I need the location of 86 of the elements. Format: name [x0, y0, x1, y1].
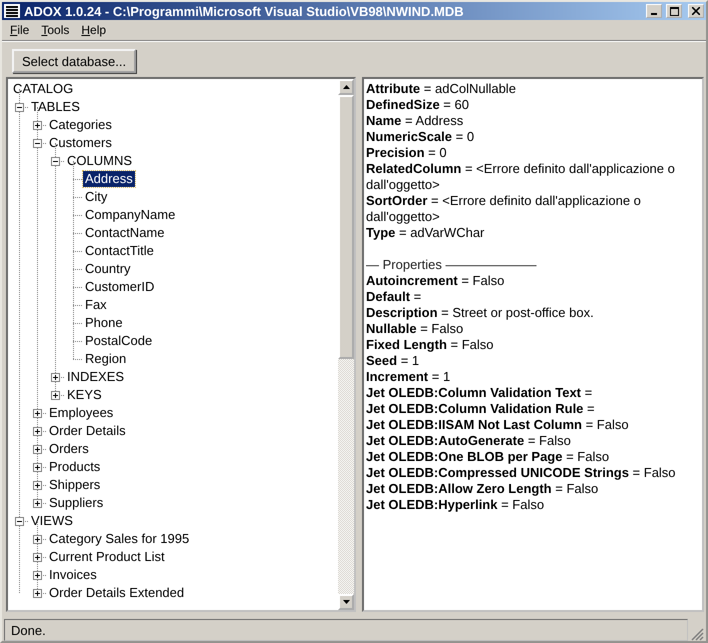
tree-item[interactable]: INDEXES [65, 369, 126, 385]
property-line: Jet OLEDB:Hyperlink = Falso [366, 497, 546, 513]
collapse-toggle-icon[interactable] [32, 138, 42, 148]
tree-item[interactable]: Address [83, 171, 135, 187]
property-line: Nullable = Falso [366, 321, 464, 337]
menu-item[interactable]: File [6, 23, 34, 37]
expand-toggle-icon[interactable] [32, 480, 42, 490]
tree-item[interactable]: KEYS [65, 387, 104, 403]
tree-item[interactable]: City [83, 189, 110, 205]
window-title: ADOX 1.0.24 - C:\Programmi\Microsoft Visual Studio\VB98\NWIND.MDB [24, 4, 465, 18]
up-arrow-icon[interactable] [342, 85, 350, 89]
tree-item[interactable]: Phone [83, 315, 125, 331]
tree-item[interactable]: Orders [47, 441, 91, 457]
tree-item[interactable]: Current Product List [47, 549, 167, 565]
property-line: Jet OLEDB:AutoGenerate = Falso [366, 433, 572, 449]
collapse-toggle-icon[interactable] [14, 516, 24, 526]
expand-toggle-icon[interactable] [32, 120, 42, 130]
property-line: Precision = 0 [366, 145, 448, 161]
tree-item[interactable]: CompanyName [83, 207, 178, 223]
property-line: Jet OLEDB:One BLOB per Page = Falso [366, 449, 610, 465]
status-text: Done. [4, 619, 688, 641]
close-icon [692, 7, 700, 15]
maximize-button[interactable] [666, 4, 682, 18]
tree-item[interactable]: COLUMNS [65, 153, 134, 169]
tree-item[interactable]: Categories [47, 117, 114, 133]
property-line: Increment = 1 [366, 369, 452, 385]
menu-item[interactable]: Tools [37, 23, 74, 37]
tree-item[interactable]: Country [83, 261, 133, 277]
expand-toggle-icon[interactable] [32, 552, 42, 562]
menu-item[interactable]: Help [77, 23, 110, 37]
tree-item[interactable]: Category Sales for 1995 [47, 531, 192, 547]
property-line: Type = adVarWChar [366, 225, 486, 241]
property-line: Jet OLEDB:Column Validation Rule = [366, 401, 596, 417]
maximize-icon [670, 6, 678, 16]
property-line: RelatedColumn = <Errore definito dall'applicazione o dall'oggetto> [366, 161, 676, 193]
property-line: Attribute = adColNullable [366, 81, 517, 97]
tree-item[interactable]: Products [47, 459, 102, 475]
tree-item[interactable]: Region [83, 351, 128, 367]
minimize-button[interactable] [646, 4, 662, 18]
tree-item[interactable]: TABLES [29, 99, 82, 115]
tree-item[interactable]: Suppliers [47, 495, 106, 511]
vertical-scrollbar[interactable] [338, 79, 354, 610]
tree-item[interactable]: Shippers [47, 477, 102, 493]
tree-item[interactable]: CustomerID [83, 279, 156, 295]
app-menu-icon[interactable] [4, 4, 20, 18]
property-line: Fixed Length = Falso [366, 337, 494, 353]
expand-toggle-icon[interactable] [32, 498, 42, 508]
expand-toggle-icon[interactable] [32, 462, 42, 472]
collapse-toggle-icon[interactable] [50, 156, 60, 166]
expand-toggle-icon[interactable] [50, 390, 60, 400]
tree-item[interactable]: Employees [47, 405, 116, 421]
tree-item[interactable]: Order Details Extended [47, 585, 186, 601]
expand-toggle-icon[interactable] [32, 570, 42, 580]
tree-item[interactable]: CATALOG [11, 81, 76, 97]
property-line: NumericScale = 0 [366, 129, 476, 145]
tree-item[interactable]: Fax [83, 297, 109, 313]
close-button[interactable] [688, 4, 704, 18]
tree-item[interactable]: Order Details [47, 423, 128, 439]
expand-toggle-icon[interactable] [32, 444, 42, 454]
property-line: SortOrder = <Errore definito dall'applicazione o dall'oggetto> [366, 193, 642, 225]
property-line: Seed = 1 [366, 353, 420, 369]
tree-item[interactable]: ContactName [83, 225, 166, 241]
property-line: Jet OLEDB:Allow Zero Length = Falso [366, 481, 600, 497]
resize-grip-icon[interactable] [690, 627, 704, 641]
expand-toggle-icon[interactable] [32, 408, 42, 418]
expand-toggle-icon[interactable] [50, 372, 60, 382]
expand-toggle-icon[interactable] [32, 588, 42, 598]
property-line: Default = [366, 289, 422, 305]
expand-toggle-icon[interactable] [32, 534, 42, 544]
tree-item[interactable]: Invoices [47, 567, 99, 583]
tree-item[interactable]: Customers [47, 135, 114, 151]
property-line: Name = Address [366, 113, 464, 129]
property-line: DefinedSize = 60 [366, 97, 470, 113]
collapse-toggle-icon[interactable] [14, 102, 24, 112]
tree-item[interactable]: ContactTitle [83, 243, 156, 259]
tree-item[interactable]: VIEWS [29, 513, 75, 529]
property-line: Autoincrement = Falso [366, 273, 506, 289]
section-heading: — Properties ——————— [366, 257, 538, 273]
property-line: Description = Street or post-office box. [366, 305, 595, 321]
expand-toggle-icon[interactable] [32, 426, 42, 436]
select-database-button[interactable]: Select database... [12, 49, 136, 73]
property-line: Jet OLEDB:IISAM Not Last Column = Falso [366, 417, 630, 433]
property-line: Jet OLEDB:Column Validation Text = [366, 385, 594, 401]
tree-item[interactable]: PostalCode [83, 333, 154, 349]
down-arrow-icon[interactable] [342, 600, 350, 604]
property-line: Jet OLEDB:Compressed UNICODE Strings = Falso [366, 465, 677, 481]
